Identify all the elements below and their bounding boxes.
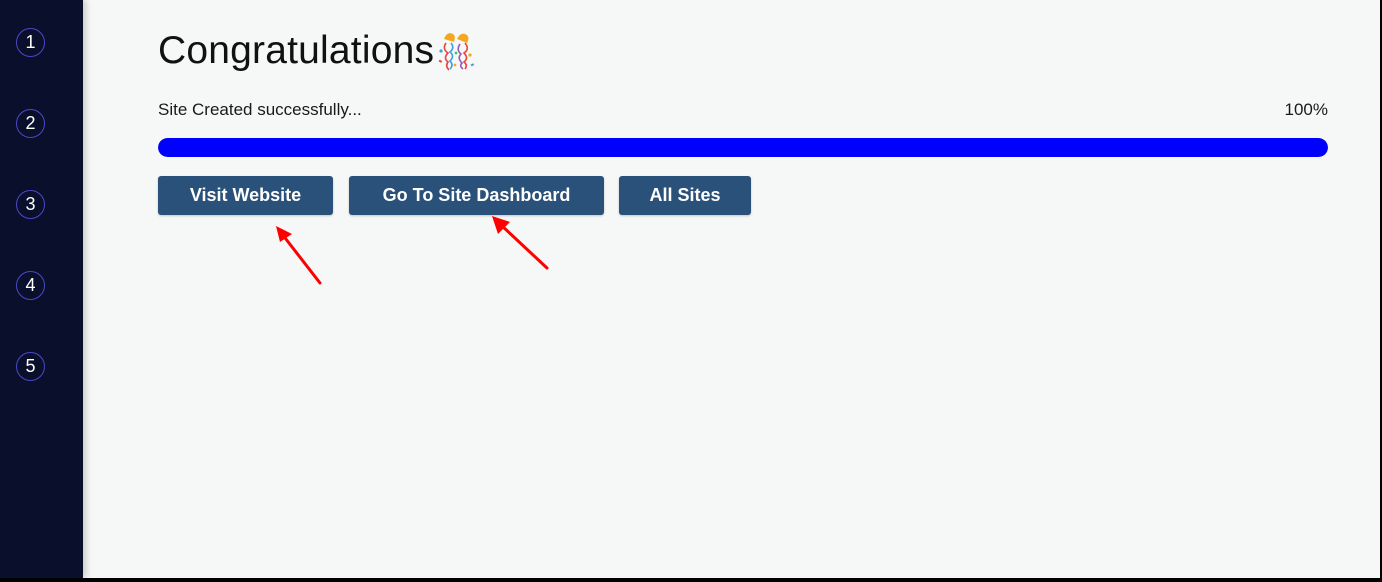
progress-percent-label: 100% [1284,100,1328,119]
step-2-indicator[interactable]: 2 [16,109,45,138]
annotation-arrow-dashboard-icon [492,216,549,270]
step-1-indicator[interactable]: 1 [16,28,45,57]
progress-status-row: Site Created successfully... 100% [158,98,1328,122]
all-sites-button[interactable]: All Sites [619,176,751,215]
title-row: Congratulations [158,26,478,76]
main-content: Congratulations Site Created successfull… [158,0,1328,578]
page-title: Congratulations [158,29,435,72]
step-4-indicator[interactable]: 4 [16,271,45,300]
progress-bar [158,138,1328,157]
annotation-arrow-visit-icon [276,226,322,285]
go-to-site-dashboard-button[interactable]: Go To Site Dashboard [349,176,604,215]
confetti-icon [438,33,475,71]
app-frame: 1 2 3 4 5 Congratulations Site Created s… [0,0,1380,578]
progress-bar-fill [158,138,1328,157]
step-3-indicator[interactable]: 3 [16,190,45,219]
step-5-indicator[interactable]: 5 [16,352,45,381]
visit-website-button[interactable]: Visit Website [158,176,333,215]
status-text: Site Created successfully... [158,100,362,119]
step-sidebar: 1 2 3 4 5 [0,0,83,578]
